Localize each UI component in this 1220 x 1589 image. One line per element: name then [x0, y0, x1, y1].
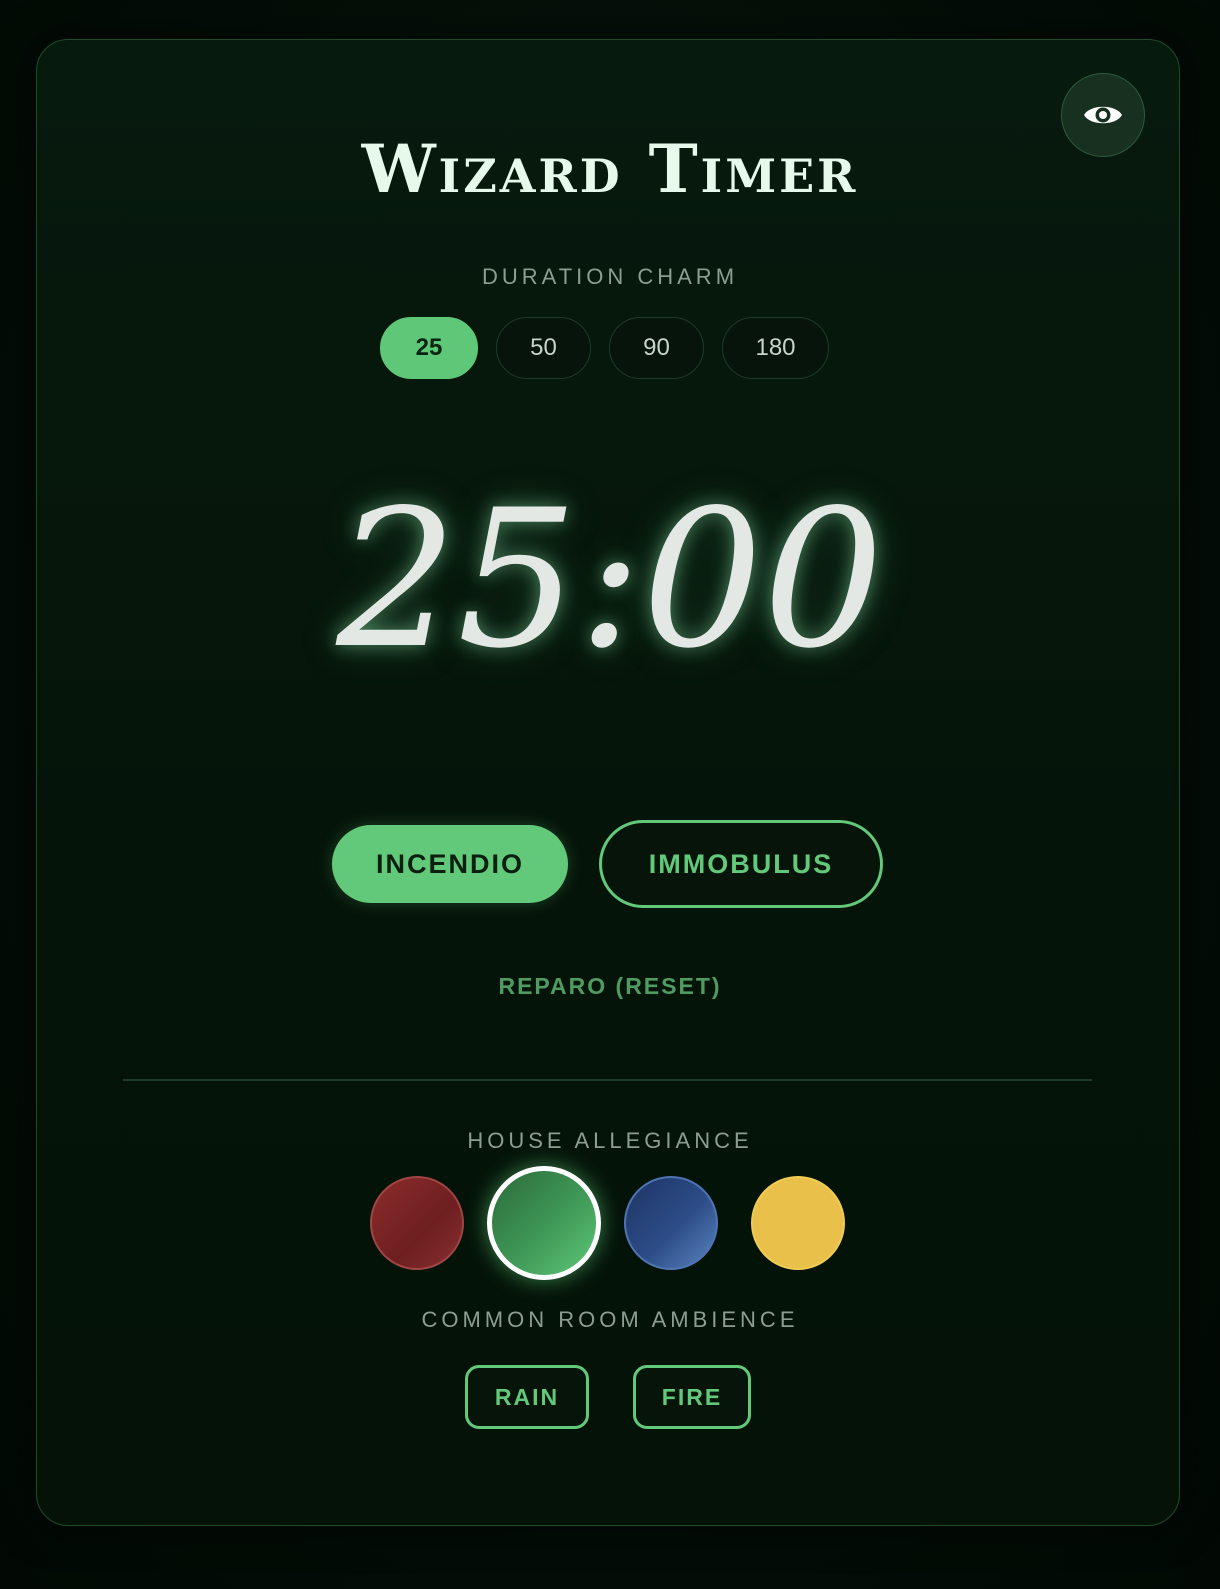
start-button[interactable]: INCENDIO [332, 825, 568, 903]
section-divider [123, 1079, 1092, 1081]
duration-option-180[interactable]: 180 [722, 317, 829, 379]
house-option-red[interactable] [370, 1176, 464, 1270]
ambience-rain-button[interactable]: RAIN [465, 1365, 589, 1429]
house-option-yellow[interactable] [751, 1176, 845, 1270]
reset-button[interactable]: REPARO (RESET) [0, 973, 1220, 1000]
ambience-fire-button[interactable]: FIRE [633, 1365, 751, 1429]
eye-icon [1084, 106, 1122, 124]
ambience-label: COMMON ROOM AMBIENCE [421, 1307, 799, 1332]
timer-card [36, 39, 1180, 1526]
duration-option-50[interactable]: 50 [496, 317, 591, 379]
duration-option-90[interactable]: 90 [609, 317, 704, 379]
duration-label: DURATION CHARM [481, 264, 739, 289]
house-option-blue[interactable] [624, 1176, 718, 1270]
page-title: Wizard Timer [361, 130, 859, 208]
pause-button[interactable]: IMMOBULUS [599, 820, 883, 908]
timer-display: 25:00 [336, 469, 884, 690]
house-label: HOUSE ALLEGIANCE [467, 1128, 753, 1153]
duration-options: 25 50 90 180 [380, 317, 829, 379]
duration-option-25[interactable]: 25 [380, 317, 478, 379]
house-option-green[interactable] [487, 1166, 601, 1280]
